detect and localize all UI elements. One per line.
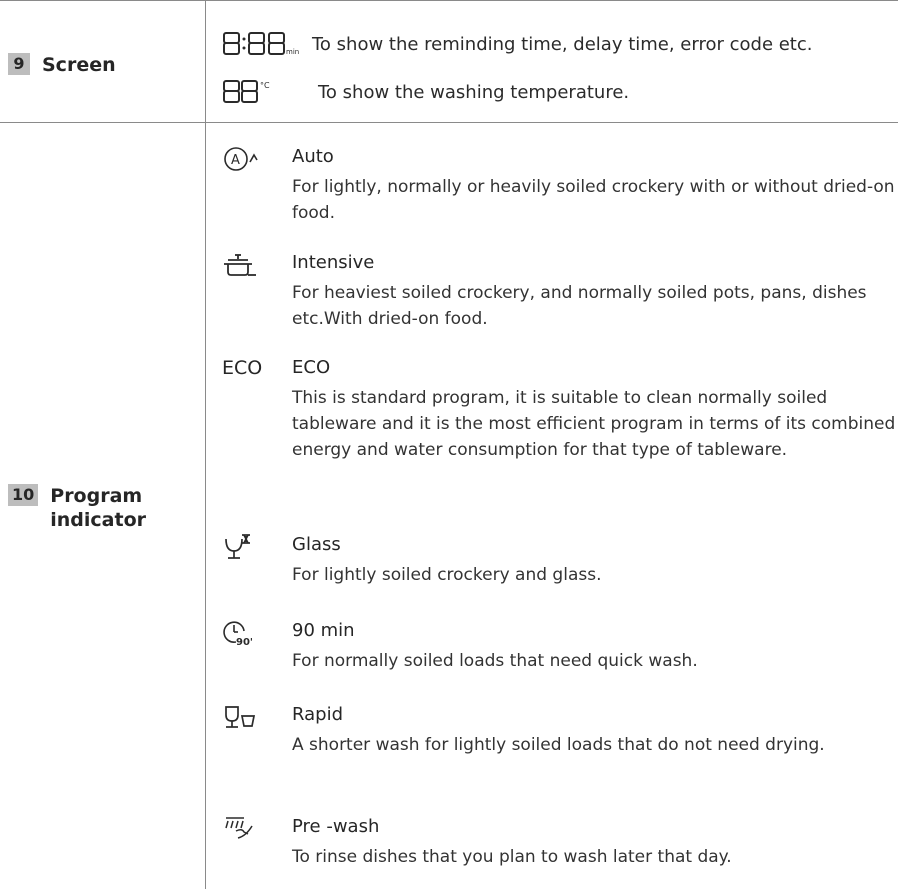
program-title: 90 min — [292, 620, 355, 641]
auto-icon: A — [222, 146, 266, 176]
program-rapid: Rapid A shorter wash for lightly soiled … — [222, 704, 892, 794]
program-intensive: Intensive For heaviest soiled crockery, … — [222, 252, 892, 342]
program-desc: A shorter wash for lightly soiled loads … — [292, 735, 825, 755]
program-eco: ECO ECO This is standard program, it is … — [222, 357, 895, 507]
program-pre-wash: Pre -wash To rinse dishes that you plan … — [222, 816, 892, 886]
section-number: 10 — [8, 484, 39, 506]
screen-section-label: 9 Screen — [8, 53, 116, 77]
eco-text-icon: ECO — [222, 357, 263, 379]
program-desc: For heaviest soiled crockery, and normal… — [292, 283, 867, 329]
section-title-line1: Program — [50, 485, 143, 507]
program-section-label: 10 Program indicator — [8, 484, 146, 532]
section-title: Screen — [42, 54, 116, 76]
seven-segment-temp-icon: °C — [223, 80, 270, 103]
program-desc: For normally soiled loads that need quic… — [292, 651, 698, 671]
program-desc: For lightly soiled crockery and glass. — [292, 565, 602, 585]
program-title: Pre -wash — [292, 816, 380, 837]
unit-label: min — [286, 48, 299, 56]
temperature-display-desc: To show the washing temperature. — [318, 81, 630, 103]
prewash-spray-icon — [222, 816, 266, 846]
temperature-display-line: °C To show the washing temperature. — [222, 79, 629, 105]
program-indicator-row: 10 Program indicator A Auto For lightly,… — [0, 122, 898, 889]
time-display-line: min To show the reminding time, delay ti… — [222, 31, 812, 57]
seven-segment-time-icon: min — [223, 32, 299, 56]
time-display-desc: To show the reminding time, delay time, … — [312, 33, 813, 55]
program-desc: This is standard program, it is suitable… — [292, 388, 896, 460]
program-title: Intensive — [292, 252, 375, 273]
clock-90-icon: 90' — [222, 620, 266, 650]
program-title: Glass — [292, 534, 341, 555]
section-number: 9 — [8, 53, 30, 75]
program-title: Rapid — [292, 704, 343, 725]
unit-label: °C — [260, 81, 270, 90]
rapid-glass-cup-icon — [222, 704, 266, 734]
program-desc: For lightly, normally or heavily soiled … — [292, 177, 895, 223]
svg-text:A: A — [231, 153, 240, 168]
digit-display-temperature-icon: °C — [222, 79, 282, 105]
program-title: Auto — [292, 146, 334, 167]
program-90-min: 90' 90 min For normally soiled loads tha… — [222, 620, 892, 690]
program-auto: A Auto For lightly, normally or heavily … — [222, 146, 895, 236]
screen-row: 9 Screen min To show the reminding time,… — [0, 0, 898, 123]
glass-icon — [222, 534, 266, 564]
digit-display-time-icon: min — [222, 31, 302, 57]
program-glass: Glass For lightly soiled crockery and gl… — [222, 534, 892, 604]
pot-icon — [222, 252, 266, 282]
svg-text:90': 90' — [236, 637, 253, 648]
program-title: ECO — [292, 357, 331, 378]
section-title-line2: indicator — [50, 509, 147, 531]
program-desc: To rinse dishes that you plan to wash la… — [292, 847, 732, 867]
